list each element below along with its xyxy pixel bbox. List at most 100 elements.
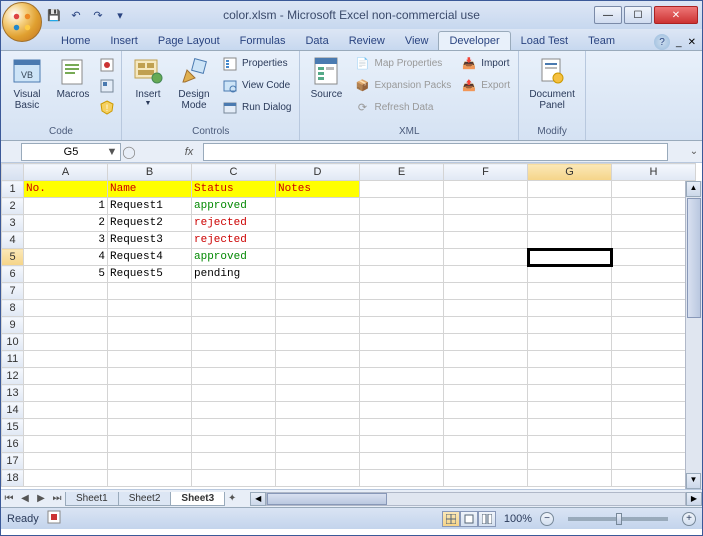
cell-A16[interactable] [24, 436, 108, 453]
column-header-D[interactable]: D [276, 164, 360, 181]
cell-B6[interactable]: Request5 [108, 266, 192, 283]
row-header-13[interactable]: 13 [2, 385, 24, 402]
cell-D18[interactable] [276, 470, 360, 487]
cell-C16[interactable] [192, 436, 276, 453]
cell-D5[interactable] [276, 249, 360, 266]
cell-D2[interactable] [276, 198, 360, 215]
cell-G11[interactable] [528, 351, 612, 368]
cell-G5[interactable] [528, 249, 612, 266]
row-header-18[interactable]: 18 [2, 470, 24, 487]
cell-C11[interactable] [192, 351, 276, 368]
cell-A15[interactable] [24, 419, 108, 436]
vertical-scrollbar[interactable]: ▲ ▼ [685, 181, 702, 489]
column-header-B[interactable]: B [108, 164, 192, 181]
row-header-2[interactable]: 2 [2, 198, 24, 215]
cell-B4[interactable]: Request3 [108, 232, 192, 249]
row-header-4[interactable]: 4 [2, 232, 24, 249]
view-code-button[interactable]: View Code [218, 75, 295, 96]
column-header-G[interactable]: G [528, 164, 612, 181]
sheet-tab-sheet3[interactable]: Sheet3 [170, 492, 225, 506]
select-all-cell[interactable] [2, 164, 24, 181]
ribbon-minimize-icon[interactable]: _ [676, 37, 682, 48]
cell-G1[interactable] [528, 181, 612, 198]
cell-F5[interactable] [444, 249, 528, 266]
cell-E2[interactable] [360, 198, 444, 215]
cell-G9[interactable] [528, 317, 612, 334]
tab-view[interactable]: View [395, 32, 439, 50]
refresh-data-button[interactable]: ⟳Refresh Data [350, 97, 455, 118]
cell-A17[interactable] [24, 453, 108, 470]
row-header-12[interactable]: 12 [2, 368, 24, 385]
cell-E8[interactable] [360, 300, 444, 317]
cell-C17[interactable] [192, 453, 276, 470]
cell-D7[interactable] [276, 283, 360, 300]
formula-input[interactable] [203, 143, 668, 161]
cell-C18[interactable] [192, 470, 276, 487]
row-header-7[interactable]: 7 [2, 283, 24, 300]
cell-H10[interactable] [612, 334, 696, 351]
cell-H4[interactable] [612, 232, 696, 249]
cell-C6[interactable]: pending [192, 266, 276, 283]
cell-G17[interactable] [528, 453, 612, 470]
cell-B17[interactable] [108, 453, 192, 470]
row-header-11[interactable]: 11 [2, 351, 24, 368]
column-header-A[interactable]: A [24, 164, 108, 181]
cell-E7[interactable] [360, 283, 444, 300]
macros-button[interactable]: Macros [51, 53, 95, 119]
cell-H18[interactable] [612, 470, 696, 487]
source-button[interactable]: Source [304, 53, 348, 119]
cell-E9[interactable] [360, 317, 444, 334]
row-header-15[interactable]: 15 [2, 419, 24, 436]
cell-A18[interactable] [24, 470, 108, 487]
cell-C10[interactable] [192, 334, 276, 351]
cell-B18[interactable] [108, 470, 192, 487]
cell-A12[interactable] [24, 368, 108, 385]
zoom-level[interactable]: 100% [504, 513, 532, 525]
cell-C8[interactable] [192, 300, 276, 317]
document-panel-button[interactable]: Document Panel [523, 53, 581, 119]
design-mode-button[interactable]: Design Mode [172, 53, 216, 119]
cell-A5[interactable]: 4 [24, 249, 108, 266]
cell-F18[interactable] [444, 470, 528, 487]
redo-icon[interactable]: ↷ [89, 6, 107, 24]
normal-view-button[interactable] [442, 511, 460, 527]
cell-H11[interactable] [612, 351, 696, 368]
scroll-left-button[interactable]: ◀ [250, 492, 266, 506]
tab-data[interactable]: Data [295, 32, 338, 50]
insert-sheet-icon[interactable]: ✦ [224, 493, 240, 504]
tab-page-layout[interactable]: Page Layout [148, 32, 230, 50]
cell-H2[interactable] [612, 198, 696, 215]
cell-A1[interactable]: No. [24, 181, 108, 198]
cell-B12[interactable] [108, 368, 192, 385]
cell-E16[interactable] [360, 436, 444, 453]
cell-G12[interactable] [528, 368, 612, 385]
cell-H8[interactable] [612, 300, 696, 317]
row-header-6[interactable]: 6 [2, 266, 24, 283]
cell-E14[interactable] [360, 402, 444, 419]
row-header-5[interactable]: 5 [2, 249, 24, 266]
cell-G18[interactable] [528, 470, 612, 487]
cell-C15[interactable] [192, 419, 276, 436]
expansion-packs-button[interactable]: 📦Expansion Packs [350, 75, 455, 96]
save-icon[interactable]: 💾 [45, 6, 63, 24]
cell-F12[interactable] [444, 368, 528, 385]
cell-A10[interactable] [24, 334, 108, 351]
row-header-14[interactable]: 14 [2, 402, 24, 419]
zoom-slider-thumb[interactable] [616, 513, 622, 525]
cell-C9[interactable] [192, 317, 276, 334]
insert-function-button[interactable]: fx [177, 146, 201, 158]
cell-F1[interactable] [444, 181, 528, 198]
cell-E13[interactable] [360, 385, 444, 402]
tab-home[interactable]: Home [51, 32, 100, 50]
scroll-up-button[interactable]: ▲ [686, 181, 701, 197]
row-header-10[interactable]: 10 [2, 334, 24, 351]
cell-F15[interactable] [444, 419, 528, 436]
properties-button[interactable]: Properties [218, 53, 295, 74]
cell-E12[interactable] [360, 368, 444, 385]
cell-G6[interactable] [528, 266, 612, 283]
cell-E15[interactable] [360, 419, 444, 436]
cell-G7[interactable] [528, 283, 612, 300]
scroll-right-button[interactable]: ▶ [686, 492, 702, 506]
cell-D17[interactable] [276, 453, 360, 470]
cell-E4[interactable] [360, 232, 444, 249]
